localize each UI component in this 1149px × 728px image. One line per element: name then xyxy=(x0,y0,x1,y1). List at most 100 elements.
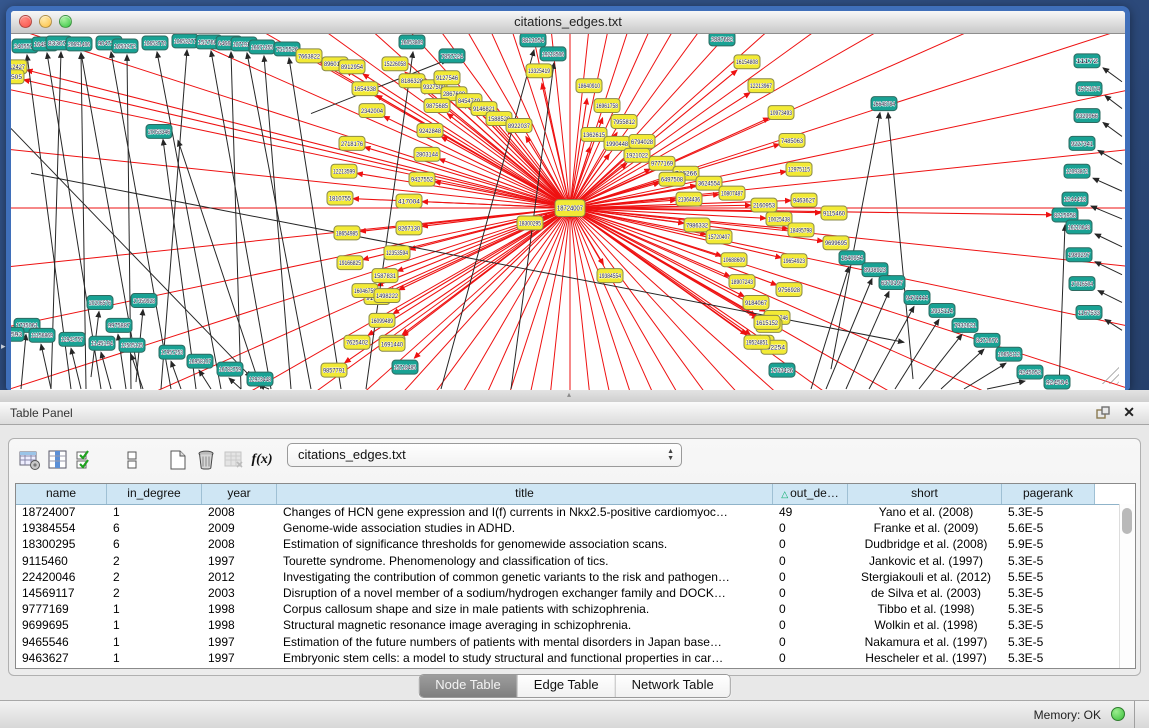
graph-node[interactable]: 11156869 xyxy=(29,328,55,342)
tab-edge-table[interactable]: Edge Table xyxy=(518,675,616,697)
graph-node[interactable]: 1167533 xyxy=(1076,305,1102,319)
window-titlebar[interactable]: citations_edges.txt xyxy=(11,11,1125,34)
graph-node[interactable]: 19166825 xyxy=(337,256,363,270)
graph-node[interactable]: 11172 xyxy=(1074,54,1100,68)
graph-node[interactable]: 9474444 xyxy=(904,291,930,305)
show-columns-button[interactable] xyxy=(45,447,71,473)
table-row[interactable]: 1456911722003Disruption of a novel membe… xyxy=(16,585,1120,601)
deselect-all-button[interactable] xyxy=(119,447,145,473)
graph-node[interactable]: 17016504 xyxy=(1069,277,1095,291)
graph-node[interactable]: 9427552 xyxy=(409,172,435,186)
table-row[interactable]: 977716911998Corpus callosum shape and si… xyxy=(16,601,1120,617)
close-panel-icon[interactable]: ✕ xyxy=(1123,404,1135,421)
table-mode-button[interactable] xyxy=(17,447,43,473)
graph-node[interactable]: 19384554 xyxy=(597,269,623,283)
graph-node[interactable]: 15226058 xyxy=(382,57,408,71)
graph-node[interactable]: 12942757 xyxy=(59,332,85,346)
graph-node[interactable]: 1362615 xyxy=(581,127,607,141)
graph-node[interactable]: 7955812 xyxy=(611,115,637,129)
delete-column-button[interactable] xyxy=(193,447,219,473)
graph-node[interactable]: 17957253 xyxy=(159,345,185,359)
graph-node[interactable]: 7986332 xyxy=(684,218,710,232)
graph-node[interactable]: 20691406 xyxy=(66,37,92,51)
graph-node[interactable]: 2935114 xyxy=(929,303,955,317)
graph-node[interactable]: 20053346 xyxy=(146,124,172,138)
graph-node[interactable]: 16961758 xyxy=(594,99,620,113)
graph-node[interactable]: 16154808 xyxy=(734,55,760,69)
column-header-title[interactable]: title xyxy=(277,484,773,504)
graph-node[interactable]: 6497508 xyxy=(659,172,685,186)
graph-node[interactable]: 16053809 xyxy=(399,35,425,49)
graph-node[interactable]: 9245052 xyxy=(1017,365,1043,379)
graph-node[interactable]: 18640910 xyxy=(576,79,602,93)
graph-node[interactable]: 8471676 xyxy=(974,333,1000,347)
graph-node[interactable]: 18495798 xyxy=(788,223,814,237)
table-row[interactable]: 911546021997Tourette syndrome. Phenomeno… xyxy=(16,553,1120,569)
network-canvas[interactable]: 2405572164833583307120691406904719316532… xyxy=(11,34,1125,390)
graph-node[interactable]: 12505135 xyxy=(119,338,145,352)
column-header-short[interactable]: short xyxy=(848,484,1002,504)
graph-node[interactable]: 8912954 xyxy=(339,60,365,74)
graph-node[interactable]: 16782759 xyxy=(217,362,243,376)
graph-node[interactable]: 8922037 xyxy=(506,119,532,133)
graph-node[interactable]: 9857791 xyxy=(321,363,347,377)
graph-node[interactable]: 1244413 xyxy=(1062,192,1088,206)
graph-node[interactable]: 1145194 xyxy=(89,336,115,350)
table-scrollbar[interactable] xyxy=(1119,504,1135,668)
graph-node[interactable]: 12975115 xyxy=(786,162,812,176)
graph-node[interactable]: 15751074 xyxy=(1076,82,1102,96)
graph-node[interactable]: 1733426 xyxy=(769,363,795,377)
table-row[interactable]: 946362711997Embryonic stem cells: a mode… xyxy=(16,650,1120,666)
graph-node[interactable]: 991593 xyxy=(11,327,24,341)
graph-node[interactable]: 1810755 xyxy=(327,191,353,205)
graph-node[interactable]: 1654338 xyxy=(352,82,378,96)
graph-node[interactable]: 19218506 xyxy=(540,47,566,61)
graph-node[interactable]: 10025438 xyxy=(766,212,792,226)
graph-node[interactable]: 9756928 xyxy=(776,283,802,297)
graph-node[interactable]: 12923448 xyxy=(247,372,273,386)
graph-node[interactable]: 16958107 xyxy=(187,354,213,368)
graph-node[interactable]: 1653272 xyxy=(112,39,138,53)
column-header-out_de[interactable]: △out_de… xyxy=(773,484,848,504)
graph-node[interactable]: 21364436 xyxy=(676,192,702,206)
panel-collapse-arrow-icon[interactable]: ▸ xyxy=(1,341,6,352)
table-row[interactable]: 969969511998Structural magnetic resonanc… xyxy=(16,617,1120,633)
graph-node[interactable]: 9463627 xyxy=(791,193,817,207)
network-window[interactable]: citations_edges.txt 24055721648335833071… xyxy=(6,6,1130,390)
graph-node[interactable]: 16648784 xyxy=(871,97,897,111)
graph-node[interactable]: 8938923 xyxy=(862,263,888,277)
graph-node[interactable]: 16099489 xyxy=(369,313,395,327)
graph-node[interactable]: 10654112 xyxy=(996,347,1022,361)
graph-node[interactable]: 7625402 xyxy=(344,335,370,349)
graph-node[interactable]: 417004 xyxy=(396,194,422,208)
graph-node[interactable]: 17359928 xyxy=(131,294,157,308)
graph-node[interactable]: 8267130 xyxy=(396,221,422,235)
column-header-in_degree[interactable]: in_degree xyxy=(107,484,202,504)
graph-node[interactable]: 9127546 xyxy=(434,71,460,85)
graph-node[interactable]: 924504 xyxy=(1044,375,1070,389)
graph-node[interactable]: 12213599 xyxy=(331,164,357,178)
column-header-year[interactable]: year xyxy=(202,484,277,504)
pane-splitter[interactable]: ▴ xyxy=(0,390,1149,402)
graph-node[interactable]: 8813054 xyxy=(520,34,546,47)
graph-node[interactable]: 1615152 xyxy=(754,315,780,329)
graph-node[interactable]: 10653770 xyxy=(142,36,168,50)
table-row[interactable]: 2242004622012Investigating the contribut… xyxy=(16,569,1120,585)
float-window-icon[interactable] xyxy=(1096,406,1111,420)
graph-node[interactable]: 19524851 xyxy=(744,335,770,349)
citation-graph[interactable]: 2405572164833583307120691406904719316532… xyxy=(11,34,1125,390)
graph-node[interactable]: 1640954 xyxy=(839,251,865,265)
graph-node[interactable]: 16210643 xyxy=(1066,220,1092,234)
graph-node[interactable]: 1587831 xyxy=(372,269,398,283)
graph-node[interactable]: 16671355 xyxy=(249,40,275,54)
graph-node[interactable]: 2718176 xyxy=(339,136,365,150)
graph-node[interactable]: 10973493 xyxy=(768,106,794,120)
graph-node[interactable]: 18300295 xyxy=(517,216,543,230)
scrollbar-thumb[interactable] xyxy=(1122,508,1132,534)
graph-node[interactable]: 9242848 xyxy=(417,123,443,137)
graph-node[interactable]: 9777169 xyxy=(649,156,675,170)
graph-node[interactable]: 2887682 xyxy=(709,34,735,46)
graph-node[interactable]: 9184067 xyxy=(743,296,769,310)
graph-node[interactable]: 827505 xyxy=(11,70,24,84)
graph-node[interactable]: 18907243 xyxy=(729,275,755,289)
